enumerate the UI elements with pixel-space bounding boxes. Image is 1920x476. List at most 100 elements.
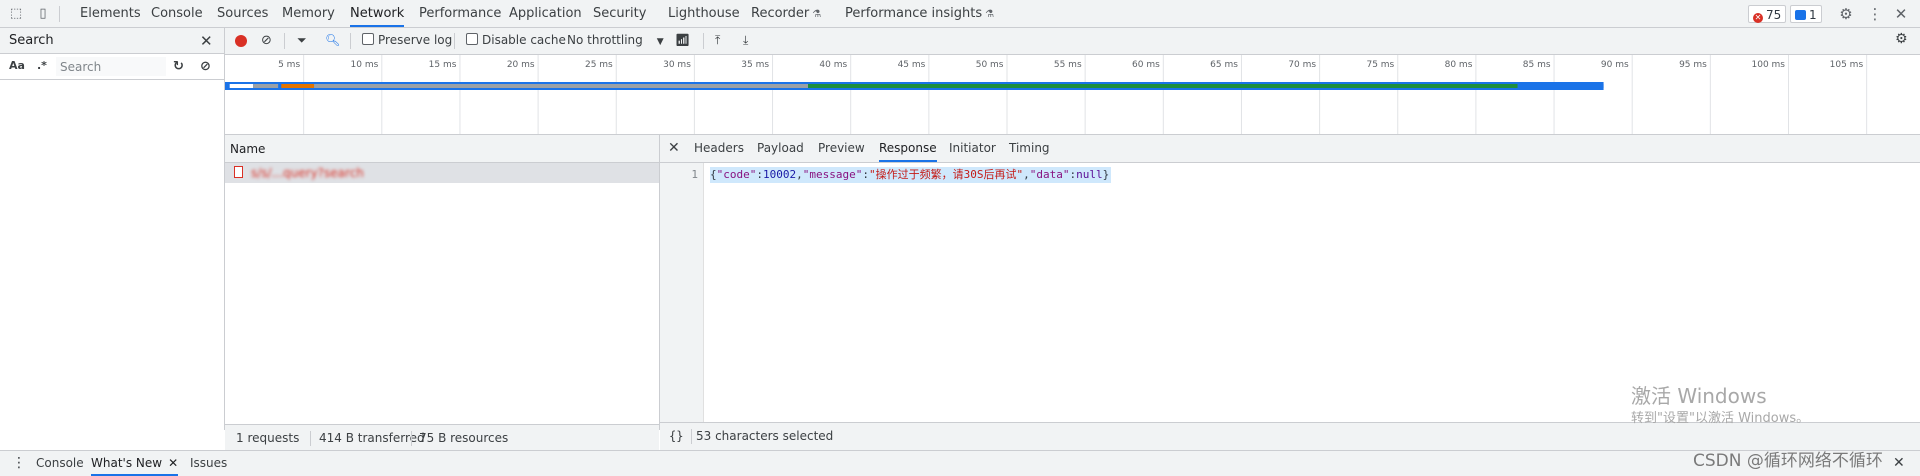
tab-performance-insights-label: Performance insights: [845, 6, 983, 21]
timeline-gridline: [850, 55, 852, 134]
summary-separator: [310, 431, 311, 446]
settings-gear-icon[interactable]: ⚙: [1838, 6, 1854, 22]
timeline-gridline: [459, 55, 461, 134]
name-column-header[interactable]: Name: [225, 135, 659, 163]
line-number: 1: [691, 168, 698, 181]
disable-cache-checkbox[interactable]: Disable cache: [466, 33, 566, 47]
pretty-print-icon[interactable]: {}: [669, 429, 683, 443]
tab-lighthouse[interactable]: Lighthouse: [668, 0, 740, 27]
table-row[interactable]: s/s/...query?search: [225, 163, 659, 183]
close-icon[interactable]: ✕: [200, 32, 213, 50]
code-punctuation: }: [1102, 168, 1110, 181]
network-settings-gear-icon[interactable]: ⚙: [1895, 31, 1908, 47]
timeline-gridline: [1631, 55, 1633, 134]
devtools-tab-bar: ⬚ ▯ Elements Console Sources Memory Netw…: [0, 0, 1920, 28]
tab-recorder[interactable]: Recorder ⚗: [751, 0, 821, 27]
search-icon[interactable]: 🔍︎: [325, 33, 340, 47]
timeline-tick-label: 40 ms: [819, 60, 847, 70]
windows-activation-hint: 转到"设置"以激活 Windows。: [1631, 411, 1810, 426]
timeline-tick-label: 70 ms: [1288, 60, 1316, 70]
timeline-tick-label: 5 ms: [278, 60, 300, 70]
close-icon[interactable]: ✕: [168, 456, 178, 470]
close-icon[interactable]: ✕: [668, 140, 680, 156]
tab-console[interactable]: Console: [151, 0, 203, 27]
close-drawer-icon[interactable]: ✕: [1893, 451, 1905, 476]
tab-performance[interactable]: Performance: [419, 0, 501, 27]
timeline-gridline: [1553, 55, 1555, 134]
inspect-element-icon[interactable]: ⬚: [8, 6, 24, 22]
drawer-tab-issues[interactable]: Issues: [190, 451, 227, 476]
search-row: Aa .* ↻ ⊘: [0, 54, 224, 80]
clear-icon[interactable]: ⊘: [200, 59, 211, 74]
requests-count: 1 requests: [236, 431, 300, 445]
timeline-gridline: [693, 55, 695, 134]
timeline-tick-label: 25 ms: [585, 60, 613, 70]
timeline-gridline: [1788, 55, 1789, 134]
message-icon: [1795, 10, 1806, 20]
toolbar-separator: [350, 33, 351, 49]
preserve-log-label: Preserve log: [378, 33, 453, 47]
drawer-tab-whats-new[interactable]: What's New ✕: [91, 451, 179, 476]
experimental-flask-icon: ⚗: [812, 9, 822, 20]
timeline-gridline: [615, 55, 617, 134]
drawer-menu-icon[interactable]: ⋮: [12, 451, 26, 476]
messages-badge[interactable]: 1: [1790, 5, 1822, 23]
tab-performance-insights[interactable]: Performance insights ⚗: [845, 0, 994, 27]
code-punctuation: {: [710, 168, 717, 181]
timeline-tick-label: 35 ms: [741, 60, 769, 70]
close-devtools-icon[interactable]: ✕: [1893, 6, 1909, 22]
match-case-toggle[interactable]: Aa: [9, 59, 25, 72]
drawer-tab-console[interactable]: Console: [36, 451, 84, 476]
errors-badge[interactable]: ✕ 75: [1748, 5, 1787, 23]
waterfall-segment: [253, 84, 279, 88]
tab-initiator[interactable]: Initiator: [949, 135, 996, 162]
tab-network[interactable]: Network: [350, 0, 405, 27]
tab-payload[interactable]: Payload: [757, 135, 804, 162]
device-toolbar-icon[interactable]: ▯: [35, 6, 51, 22]
request-list: Name s/s/...query?search 1 requests 414 …: [225, 135, 660, 452]
tab-sources[interactable]: Sources: [217, 0, 268, 27]
resources-size: 75 B resources: [419, 431, 509, 445]
tab-elements[interactable]: Elements: [80, 0, 141, 27]
line-number-gutter: 1: [660, 163, 704, 428]
timeline-gridline: [1475, 55, 1477, 134]
drawer-tab-bar: ⋮ Console What's New ✕ Issues ✕: [0, 450, 1920, 476]
tab-response[interactable]: Response: [879, 135, 937, 162]
timeline-gridline: [1709, 55, 1711, 134]
request-name: s/s/...query?search: [251, 166, 364, 180]
more-options-icon[interactable]: ⋮: [1867, 6, 1883, 22]
checkbox: [466, 33, 478, 45]
timeline-tick-label: 30 ms: [663, 60, 691, 70]
timeline-gridline: [928, 55, 930, 134]
throttling-select[interactable]: No throttling ▼: [567, 33, 664, 47]
regex-toggle[interactable]: .*: [37, 59, 47, 72]
tab-headers[interactable]: Headers: [694, 135, 744, 162]
waterfall-segment: [807, 84, 1518, 88]
search-input[interactable]: [56, 57, 166, 76]
search-panel-header: Search ✕: [0, 28, 224, 54]
timeline-gridline: [1006, 55, 1008, 134]
chevron-down-icon: ▼: [656, 37, 664, 47]
import-har-icon[interactable]: ⤒: [715, 33, 720, 48]
refresh-icon[interactable]: ↻: [173, 59, 184, 74]
filter-icon[interactable]: ⏷: [297, 33, 307, 48]
throttling-value: No throttling: [567, 33, 643, 47]
preserve-log-checkbox[interactable]: Preserve log: [362, 33, 452, 47]
tab-security[interactable]: Security: [593, 0, 646, 27]
drawer-tab-whats-new-label: What's New: [91, 456, 163, 470]
record-button[interactable]: [235, 35, 247, 47]
clear-icon[interactable]: ⊘: [261, 33, 272, 48]
messages-count: 1: [1809, 8, 1817, 22]
network-conditions-icon[interactable]: 📶︎: [675, 33, 690, 47]
tab-preview[interactable]: Preview: [818, 135, 865, 162]
timeline-gridline: [772, 55, 774, 134]
tab-memory[interactable]: Memory: [282, 0, 335, 27]
code-punctuation: :: [862, 168, 869, 181]
response-body[interactable]: {"code":10002,"message":"操作过于频繁，请30S后再试"…: [710, 167, 1112, 183]
json-key: "code": [716, 168, 757, 181]
timeline-overview[interactable]: 5 ms 10 ms 15 ms 20 ms 25 ms 30 ms 35 ms 40 ms 4…: [225, 55, 1920, 135]
export-har-icon[interactable]: ⤓: [743, 33, 748, 48]
tab-application[interactable]: Application: [509, 0, 582, 27]
timeline-tick-label: 60 ms: [1132, 60, 1160, 70]
tab-timing[interactable]: Timing: [1009, 135, 1050, 162]
